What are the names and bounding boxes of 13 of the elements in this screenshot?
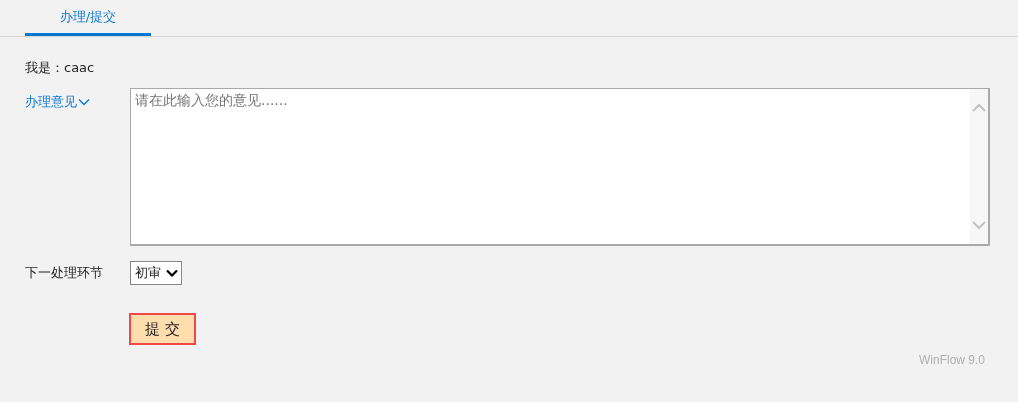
opinion-link[interactable]: 办理意见 xyxy=(25,93,90,111)
user-label: 我是：caac xyxy=(25,59,95,77)
scroll-down-icon[interactable] xyxy=(972,221,986,230)
tab[interactable]: 办理/提交 xyxy=(25,0,151,36)
caret-icon xyxy=(166,268,178,278)
scrollbar[interactable] xyxy=(970,89,988,244)
scroll-up-icon[interactable] xyxy=(972,103,986,112)
next-step-select[interactable]: 初审 xyxy=(130,261,182,285)
chevron-icon xyxy=(78,98,90,106)
version-text: WinFlow 9.0 xyxy=(918,353,985,367)
opinion-field[interactable]: 请在此输入您的意见...... xyxy=(130,88,990,246)
submit-button[interactable]: 提 交 xyxy=(129,313,196,345)
next-step-label: 下一处理环节 xyxy=(25,265,103,280)
